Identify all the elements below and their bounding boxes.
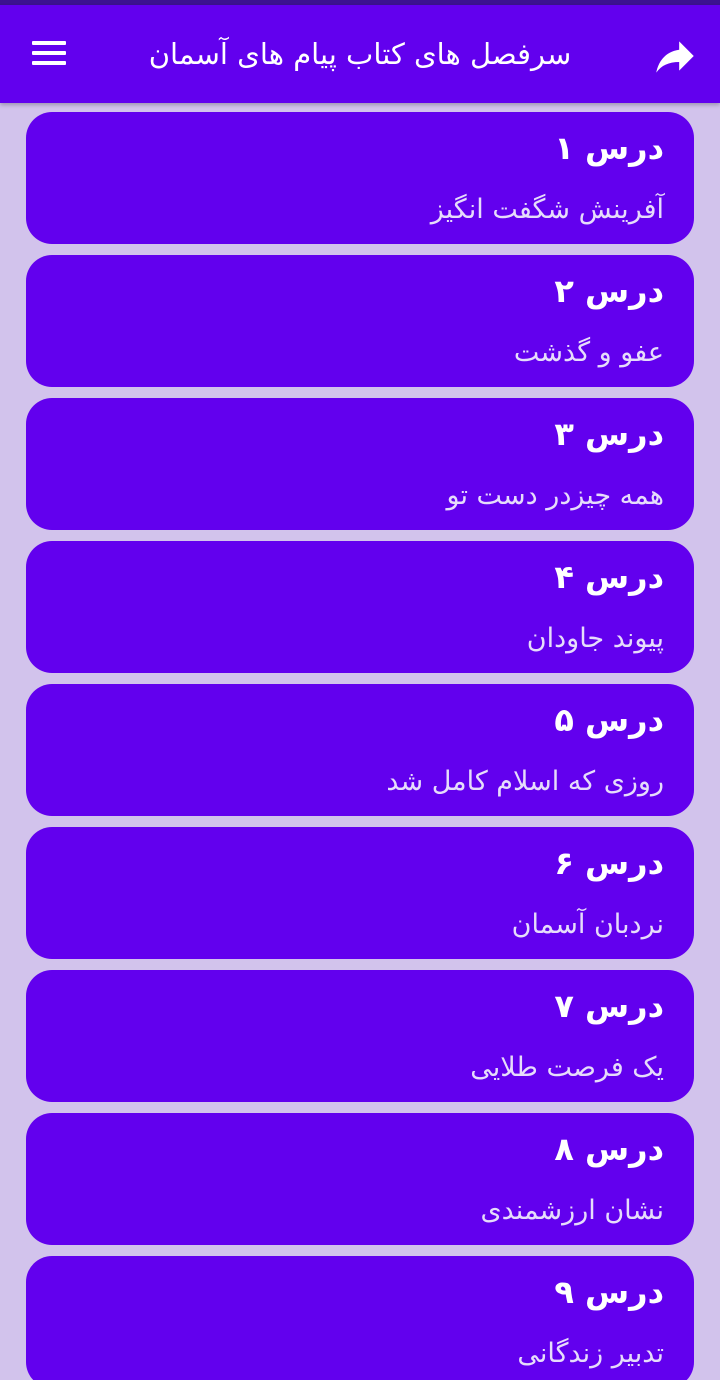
- lesson-card-3[interactable]: درس ۳ همه چیزدر دست تو: [26, 398, 694, 530]
- app-bar: سرفصل های کتاب پیام های آسمان: [0, 5, 720, 103]
- lesson-card-9[interactable]: درس ۹ تدبیر زندگانی: [26, 1256, 694, 1380]
- lesson-subtitle: تدبیر زندگانی: [517, 1338, 664, 1369]
- lesson-card-7[interactable]: درس ۷ یک فرصت طلایی: [26, 970, 694, 1102]
- lesson-card-8[interactable]: درس ۸ نشان ارزشمندی: [26, 1113, 694, 1245]
- lesson-title: درس ۲: [554, 272, 664, 310]
- lesson-subtitle: روزی که اسلام کامل شد: [386, 766, 664, 797]
- lesson-subtitle: آفرینش شگفت انگیز: [430, 194, 664, 225]
- share-icon[interactable]: [650, 31, 700, 81]
- lesson-title: درس ۵: [554, 701, 664, 739]
- menu-icon[interactable]: [22, 29, 76, 79]
- page-title: سرفصل های کتاب پیام های آسمان: [148, 37, 572, 71]
- share-arrow-icon: [656, 41, 694, 73]
- lesson-card-2[interactable]: درس ۲ عفو و گذشت: [26, 255, 694, 387]
- lesson-title: درس ۸: [554, 1130, 664, 1168]
- lesson-title: درس ۹: [554, 1273, 664, 1311]
- lesson-subtitle: نشان ارزشمندی: [480, 1195, 664, 1226]
- lesson-card-6[interactable]: درس ۶ نردبان آسمان: [26, 827, 694, 959]
- lesson-subtitle: همه چیزدر دست تو: [446, 480, 665, 511]
- lesson-title: درس ۷: [554, 987, 664, 1025]
- lesson-title: درس ۳: [554, 415, 664, 453]
- lesson-list: درس ۱ آفرینش شگفت انگیز درس ۲ عفو و گذشت…: [0, 103, 720, 1380]
- lesson-title: درس ۴: [554, 558, 664, 596]
- lesson-card-1[interactable]: درس ۱ آفرینش شگفت انگیز: [26, 112, 694, 244]
- lesson-title: درس ۶: [554, 844, 664, 882]
- lesson-subtitle: عفو و گذشت: [513, 337, 664, 368]
- lesson-card-4[interactable]: درس ۴ پیوند جاودان: [26, 541, 694, 673]
- lesson-subtitle: نردبان آسمان: [511, 909, 664, 940]
- lesson-subtitle: پیوند جاودان: [526, 623, 664, 654]
- lesson-subtitle: یک فرصت طلایی: [470, 1052, 664, 1083]
- menu-icon-line: [32, 41, 66, 45]
- menu-icon-line: [32, 51, 66, 55]
- menu-icon-line: [32, 61, 66, 65]
- lesson-card-5[interactable]: درس ۵ روزی که اسلام کامل شد: [26, 684, 694, 816]
- lesson-title: درس ۱: [554, 129, 664, 167]
